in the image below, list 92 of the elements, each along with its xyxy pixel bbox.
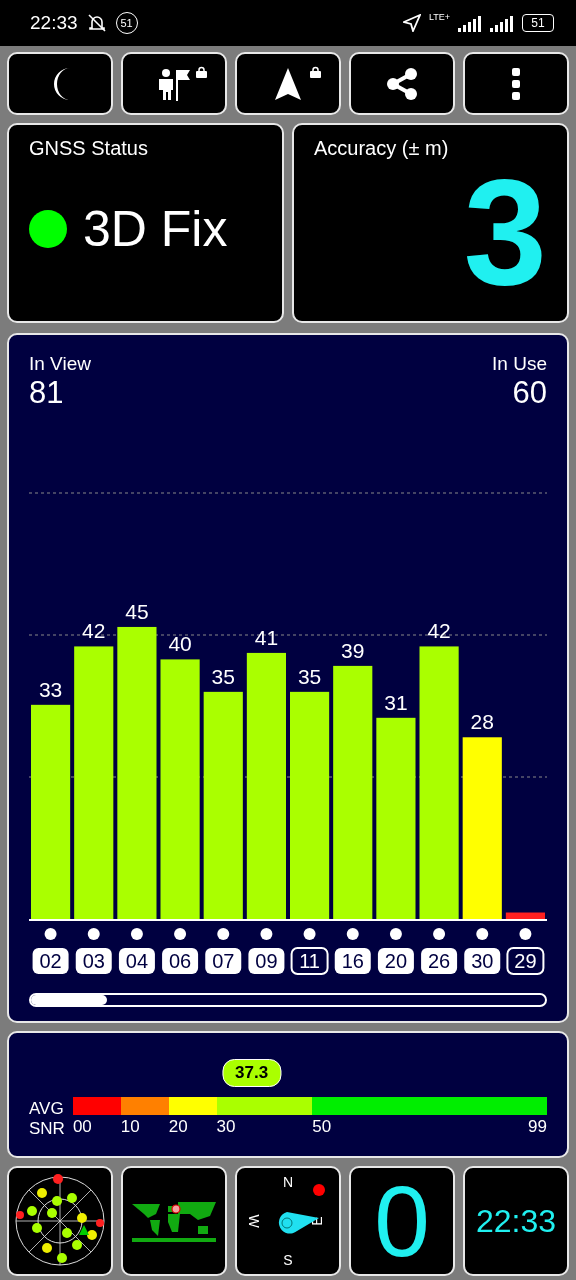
x-tick-label: 04 — [125, 950, 149, 972]
speed-tile[interactable]: 0 — [349, 1166, 455, 1276]
satellite-id: 11 — [290, 947, 329, 975]
share-icon — [386, 67, 418, 100]
signal-bar — [505, 912, 545, 919]
toolbar-button[interactable] — [7, 52, 113, 115]
scroll-bar[interactable] — [29, 993, 547, 1007]
signal-icon — [490, 14, 514, 32]
satellite-id: 09 — [248, 948, 285, 974]
satellite-id: 16 — [334, 948, 371, 974]
muted-bell-icon — [85, 13, 108, 33]
x-tick-label: 11 — [299, 950, 320, 972]
dot-icon — [174, 928, 187, 940]
x-tick-label: 16 — [341, 950, 364, 972]
in-use-count: 60 — [511, 375, 547, 411]
status-time: 22:33 — [30, 12, 78, 34]
snr-label: SNR — [29, 1119, 65, 1139]
dot-icon — [519, 928, 532, 940]
scale-tick: 50 — [312, 1117, 332, 1137]
bar-value: 28 — [470, 710, 494, 734]
toolbar-button[interactable] — [349, 52, 455, 115]
in-view-count: 81 — [29, 375, 65, 411]
snr-value-bubble: 37.3 — [222, 1059, 282, 1087]
world-map-tile[interactable] — [121, 1166, 227, 1276]
in-use-label: In Use — [492, 353, 547, 375]
dot-icon — [433, 928, 446, 940]
satellite-id: 06 — [162, 948, 199, 974]
toolbar-button[interactable] — [235, 52, 341, 115]
x-tick-label: 29 — [514, 950, 537, 972]
bar-value: 42 — [82, 619, 106, 643]
marker-dot-icon — [313, 1184, 325, 1196]
fix-status: 3D Fix — [83, 200, 228, 258]
satellite-id: 07 — [205, 948, 242, 974]
satellite-id: 29 — [506, 947, 545, 975]
bar-value: 40 — [168, 632, 192, 656]
satellite-id: 02 — [32, 948, 69, 974]
scale-tick: 00 — [72, 1117, 92, 1137]
bar-value: 39 — [341, 638, 365, 662]
x-tick-label: 26 — [427, 950, 451, 972]
sky-plot-tile[interactable] — [7, 1166, 113, 1276]
more-icon — [512, 67, 520, 100]
x-tick-label: 03 — [82, 950, 105, 972]
bar-value: 41 — [254, 625, 279, 649]
card-title: GNSS Status — [29, 137, 149, 160]
bar-value: 42 — [427, 619, 451, 643]
x-tick-label: 09 — [255, 950, 278, 972]
bar-value: 35 — [297, 664, 322, 688]
dot-icon — [87, 928, 100, 940]
dot-icon — [217, 928, 230, 940]
person-flag-icon — [157, 66, 191, 101]
clock-tile[interactable]: 22:33 — [463, 1166, 569, 1276]
scale-tick: 20 — [168, 1117, 188, 1137]
bar-value: 33 — [38, 677, 63, 701]
dot-icon — [260, 928, 273, 940]
dot-icon — [476, 928, 489, 940]
toolbar-button[interactable] — [121, 52, 227, 115]
compass-label: W — [245, 1214, 262, 1228]
speed-value: 0 — [374, 1171, 430, 1271]
accuracy-value: 3 — [463, 157, 547, 307]
navigation-arrow-icon — [274, 66, 302, 101]
compass-label: N — [282, 1174, 294, 1190]
bar-value: 45 — [125, 599, 149, 623]
card-title: Accuracy (± m) — [314, 137, 450, 160]
satellite-id: 26 — [421, 948, 458, 974]
in-view-label: In View — [29, 353, 91, 375]
dot-icon — [346, 928, 359, 940]
satellite-id: 30 — [464, 948, 501, 974]
signal-icon — [458, 14, 482, 32]
avg-label: AVG — [29, 1099, 65, 1119]
bar-value: 31 — [384, 690, 408, 714]
location-icon — [402, 14, 421, 32]
satellite-id: 03 — [75, 948, 112, 974]
satellite-id: 20 — [377, 948, 414, 974]
battery-indicator: 51 — [522, 14, 554, 32]
x-tick-label: 30 — [471, 950, 494, 972]
dot-icon — [303, 928, 316, 940]
satellite-id: 04 — [118, 948, 155, 974]
dot-icon — [130, 928, 143, 940]
bar-value: 35 — [211, 664, 235, 688]
dot-icon — [389, 928, 402, 940]
scale-tick: 10 — [120, 1117, 140, 1137]
scale-tick: 99 — [528, 1117, 547, 1137]
x-tick-label: 20 — [384, 950, 408, 972]
x-tick-label: 06 — [168, 950, 192, 972]
dot-icon — [44, 928, 57, 940]
x-tick-label: 02 — [39, 950, 62, 972]
clock-time: 22:33 — [475, 1202, 557, 1240]
x-tick-label: 07 — [212, 950, 235, 972]
network-type: LTE+ — [428, 12, 450, 22]
compass-label: S — [283, 1252, 293, 1268]
scale-tick: 30 — [216, 1117, 236, 1137]
toolbar-button[interactable] — [463, 52, 569, 115]
